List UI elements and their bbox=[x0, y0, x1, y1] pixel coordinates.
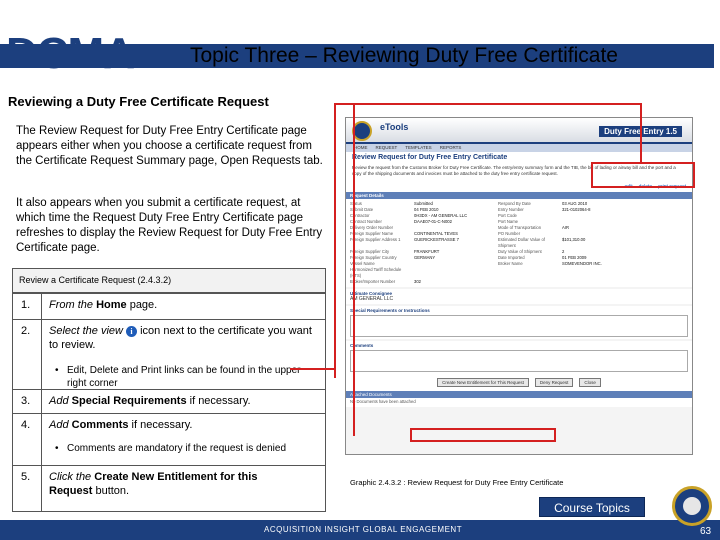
intro-paragraph: The Review Request for Duty Free Entry C… bbox=[16, 125, 323, 167]
action-buttons: Create New Entitlement for This Request … bbox=[346, 374, 692, 391]
field-value: 302 bbox=[414, 279, 421, 284]
attached-documents-header: Attached Documents bbox=[346, 391, 692, 398]
field-value bbox=[562, 279, 642, 285]
dcma-seal-icon bbox=[352, 121, 372, 141]
request-details-grid: Status Submitted Respond By Date 03 AUG 201… bbox=[346, 199, 692, 287]
consignee-block: Ultimate Consignee AM GENERAL LLC bbox=[346, 289, 692, 304]
callout-line bbox=[353, 104, 355, 436]
step-row: 1. From the Home page. bbox=[13, 293, 325, 319]
nav-request[interactable]: REQUEST bbox=[376, 144, 398, 152]
special-block: Special Requirements or Instructions bbox=[346, 306, 692, 339]
page-number: 63 bbox=[700, 526, 712, 537]
close-button[interactable]: Close bbox=[579, 378, 601, 387]
dcma-seal-icon bbox=[672, 486, 712, 526]
field-value bbox=[562, 267, 642, 279]
field-value: $101,310.00 bbox=[562, 237, 586, 242]
consignee-name: AM GENERAL LLC bbox=[350, 296, 394, 302]
step-number: 5. bbox=[21, 471, 31, 483]
nav-reports[interactable]: REPORTS bbox=[440, 144, 462, 152]
step-note: • Edit, Delete and Print links can be fou… bbox=[55, 365, 301, 389]
steps-title: Review a Certificate Request (2.4.3.2) bbox=[13, 269, 325, 293]
course-topics-button[interactable]: Course Topics bbox=[539, 497, 645, 517]
steps-table: Review a Certificate Request (2.4.3.2) 1… bbox=[12, 268, 326, 512]
section-heading: Reviewing a Duty Free Certificate Reques… bbox=[8, 94, 269, 109]
callout-line bbox=[334, 103, 642, 105]
nav-templates[interactable]: TEMPLATES bbox=[405, 144, 431, 152]
logo-subtitle: DEFENSE CONTRACT MANAGEMENT AGENCY bbox=[8, 68, 227, 78]
field-label: Harmonized Tariff Schedule (HTS) bbox=[350, 267, 402, 278]
step-row: 4. Add Comments if necessary. • Comments … bbox=[13, 413, 325, 465]
callout-line bbox=[640, 103, 642, 163]
step-number: 1. bbox=[21, 299, 31, 311]
field-value bbox=[414, 267, 494, 279]
seal-center bbox=[683, 497, 701, 515]
callout-line bbox=[290, 368, 336, 370]
step-number: 3. bbox=[21, 395, 31, 407]
callout-line bbox=[334, 103, 336, 378]
step-text: Add Special Requirements if necessary. bbox=[49, 395, 251, 407]
step-text: Click the Create New Entitlement for thi… bbox=[49, 471, 258, 497]
step-row: 2. Select the view i icon next to the ce… bbox=[13, 319, 325, 389]
slide-title: Topic Three – Reviewing Duty Free Certif… bbox=[190, 44, 618, 67]
attached-documents-row: No Documents have been attached bbox=[346, 398, 692, 407]
step-text: From the Home page. bbox=[49, 299, 158, 311]
special-title: Special Requirements or Instructions bbox=[350, 308, 430, 313]
comments-textarea[interactable] bbox=[350, 350, 688, 372]
step-number: 4. bbox=[21, 419, 31, 431]
step-row: 3. Add Special Requirements if necessary… bbox=[13, 389, 325, 413]
special-textarea[interactable] bbox=[350, 315, 688, 337]
toolbar-callout bbox=[591, 162, 695, 188]
field-label: Estimated Dollar Value of Shipment bbox=[498, 237, 545, 248]
field-label: Broker/Importer Number bbox=[350, 279, 396, 284]
step-number: 2. bbox=[21, 325, 31, 337]
nav-home[interactable]: HOME bbox=[354, 144, 368, 152]
button-callout bbox=[410, 428, 556, 442]
deny-request-button[interactable]: Deny Request bbox=[534, 378, 574, 387]
request-details-header: Request Details bbox=[346, 192, 692, 199]
step-note: • Comments are mandatory if the request i… bbox=[55, 443, 286, 454]
figure-caption: Graphic 2.4.3.2 : Review Request for Dut… bbox=[350, 478, 564, 487]
field-value: GUERICKESTRASSE 7 bbox=[414, 237, 459, 242]
step-row: 5. Click the Create New Entitlement for … bbox=[13, 465, 325, 511]
etools-brand: eTools bbox=[380, 122, 409, 132]
field-label bbox=[498, 279, 558, 285]
view-info-icon: i bbox=[126, 325, 138, 337]
detail-paragraph: It also appears when you submit a certif… bbox=[16, 197, 323, 254]
field-label bbox=[498, 267, 558, 279]
step-text: Add Comments if necessary. bbox=[49, 419, 193, 431]
field-label: Foreign Supplier Address 1 bbox=[350, 237, 401, 242]
create-entitlement-button[interactable]: Create New Entitlement for This Request bbox=[437, 378, 529, 387]
comments-block: Comments bbox=[346, 341, 692, 374]
step-text: Select the view i icon next to the certi… bbox=[49, 325, 312, 351]
footer-tagline: ACQUISITION INSIGHT GLOBAL ENGAGEMENT bbox=[264, 525, 463, 534]
comments-title: Comments bbox=[350, 343, 374, 348]
